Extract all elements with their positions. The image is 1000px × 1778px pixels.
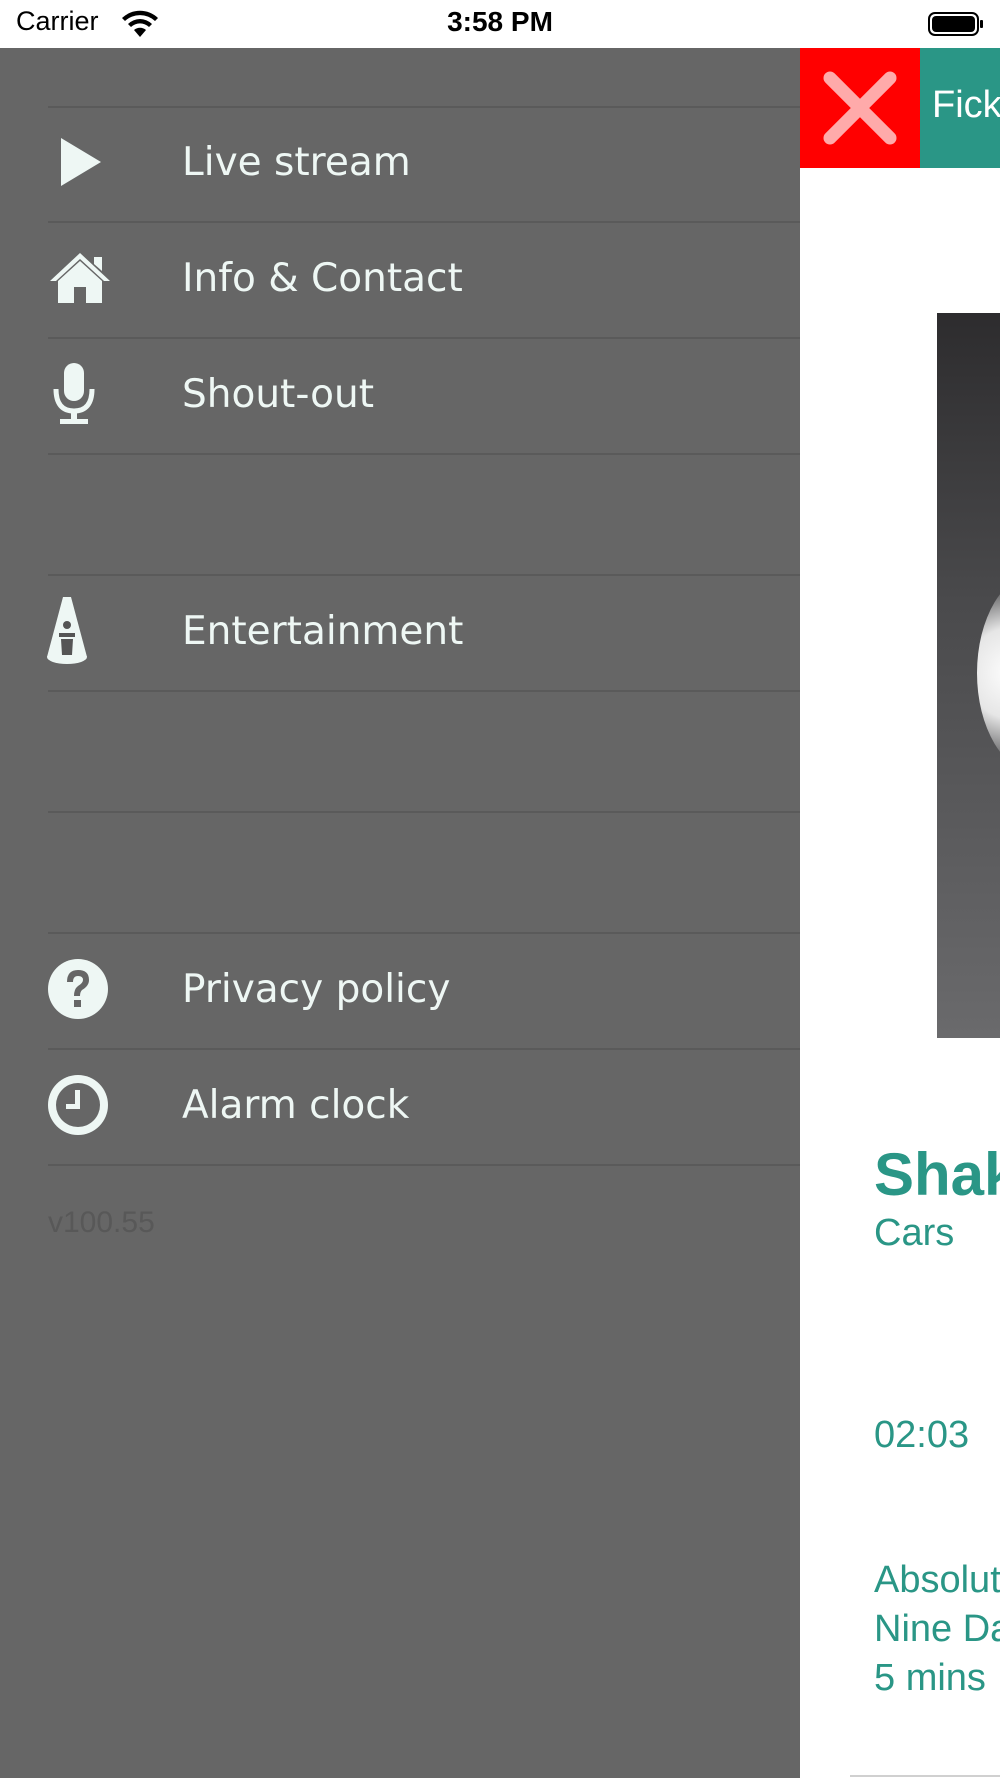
bottom-divider — [850, 1775, 1000, 1777]
menu-item-info-contact[interactable]: Info & Contact — [0, 222, 800, 336]
menu-item-empty[interactable] — [0, 691, 800, 811]
status-bar: Carrier 3:58 PM — [0, 0, 1000, 48]
header-title: Fick — [932, 84, 1000, 126]
menu-item-alarm-clock[interactable]: Alarm clock — [0, 1049, 800, 1163]
next-up-line: Nine Da — [874, 1608, 1000, 1650]
menu-item-live-stream[interactable]: Live stream — [0, 106, 800, 220]
question-circle-icon — [42, 953, 114, 1025]
album-artwork — [937, 313, 1000, 1038]
close-drawer-button[interactable] — [800, 48, 920, 168]
menu-item-privacy-policy[interactable]: Privacy policy — [0, 933, 800, 1047]
main-content: Fick Shak Cars 02:03 Absolut Nine Da 5 m… — [800, 48, 1000, 1778]
side-drawer: Live stream Info & Contact Shout-out Ent… — [0, 48, 800, 1778]
artwork-highlight — [977, 573, 1000, 773]
status-time: 3:58 PM — [447, 6, 553, 37]
menu-item-empty[interactable] — [0, 454, 800, 574]
menu-item-shout-out[interactable]: Shout-out — [0, 338, 800, 452]
menu-item-label: Privacy policy — [182, 967, 451, 1012]
app-version: v100.55 — [48, 1206, 155, 1239]
next-up-info: Absolut Nine Da 5 mins — [874, 1556, 1000, 1703]
next-up-line: 5 mins — [874, 1657, 986, 1699]
battery-icon — [928, 12, 983, 36]
close-icon — [823, 71, 897, 145]
play-icon — [44, 126, 116, 198]
menu-item-label: Entertainment — [182, 609, 464, 654]
header-bar: Fick — [920, 48, 1000, 168]
now-playing-title: Shak — [874, 1141, 1000, 1208]
spotlight-performer-icon — [30, 595, 102, 667]
microphone-icon — [38, 358, 110, 430]
menu-divider — [48, 1164, 800, 1166]
next-up-line: Absolut — [874, 1559, 1000, 1601]
home-icon — [44, 242, 116, 314]
menu-item-label: Shout-out — [182, 372, 375, 417]
now-playing-artist: Cars — [874, 1212, 955, 1254]
now-playing-time: 02:03 — [874, 1414, 970, 1456]
menu-item-label: Info & Contact — [182, 256, 463, 301]
menu-item-label: Alarm clock — [182, 1083, 410, 1128]
menu-item-label: Live stream — [182, 140, 411, 185]
menu-item-empty[interactable] — [0, 812, 800, 932]
clock-icon — [42, 1069, 114, 1141]
menu-item-entertainment[interactable]: Entertainment — [0, 575, 800, 689]
